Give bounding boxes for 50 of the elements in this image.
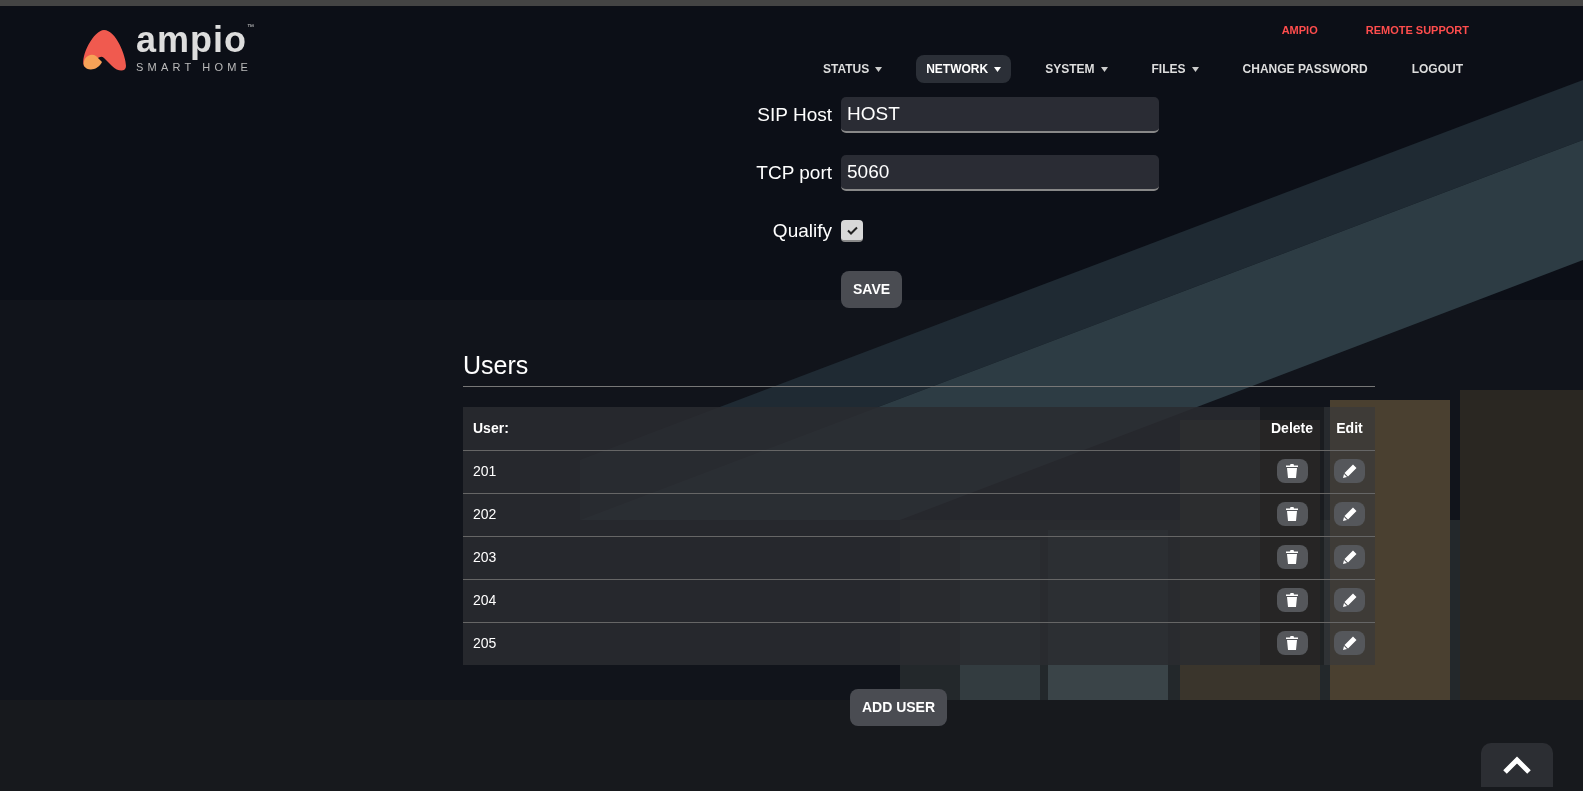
table-cell: 205 bbox=[463, 622, 1260, 665]
edit-button[interactable] bbox=[1334, 545, 1365, 569]
nav-link[interactable]: CHANGE PASSWORD bbox=[1232, 54, 1378, 83]
nav-link[interactable]: FILES bbox=[1141, 54, 1209, 83]
scroll-to-top-button[interactable] bbox=[1481, 743, 1553, 787]
pencil-icon bbox=[1342, 550, 1357, 564]
top-link[interactable]: REMOTE SUPPORT bbox=[1365, 22, 1469, 39]
checkbox[interactable] bbox=[841, 220, 863, 242]
nav-link[interactable]: SYSTEM bbox=[1035, 54, 1118, 83]
save-button[interactable]: SAVE bbox=[841, 270, 903, 308]
pencil-icon bbox=[1342, 507, 1357, 521]
column-header: User: bbox=[463, 407, 1260, 450]
input-field[interactable]: HOST bbox=[841, 97, 1159, 133]
delete-button[interactable] bbox=[1276, 459, 1308, 483]
column-header: Edit bbox=[1324, 407, 1375, 450]
delete-button[interactable] bbox=[1276, 588, 1308, 612]
delete-button[interactable] bbox=[1276, 545, 1308, 569]
nav-link[interactable]: NETWORK bbox=[916, 54, 1012, 83]
trash-icon bbox=[1286, 636, 1298, 651]
trash-icon bbox=[1286, 464, 1298, 478]
trash-icon bbox=[1286, 550, 1298, 564]
nav-link[interactable]: LOGOUT bbox=[1401, 54, 1473, 83]
field-label: SIP Host bbox=[756, 102, 833, 127]
delete-button[interactable] bbox=[1276, 502, 1308, 526]
table-cell: 204 bbox=[463, 579, 1260, 622]
add-user-button[interactable]: ADD USER bbox=[849, 689, 948, 726]
nav-link[interactable]: STATUS bbox=[812, 54, 893, 83]
checkmark-icon bbox=[846, 225, 858, 235]
section-title: Users bbox=[463, 350, 1375, 387]
logo-tagline: SMART HOME bbox=[136, 60, 254, 75]
table-cell: 201 bbox=[463, 450, 1260, 493]
pencil-icon bbox=[1342, 593, 1357, 607]
edit-button[interactable] bbox=[1334, 588, 1365, 612]
trash-icon bbox=[1286, 593, 1298, 607]
pencil-icon bbox=[1342, 464, 1357, 478]
edit-button[interactable] bbox=[1334, 502, 1365, 526]
column-header: Delete bbox=[1260, 407, 1324, 450]
field-label: Qualify bbox=[771, 218, 833, 243]
table-cell: 202 bbox=[463, 493, 1260, 536]
trash-icon bbox=[1286, 507, 1298, 521]
input-field[interactable]: 5060 bbox=[841, 155, 1159, 191]
field-label: TCP port bbox=[755, 160, 833, 185]
chevron-up-icon bbox=[1502, 756, 1532, 774]
logo-text: ampio bbox=[136, 19, 247, 60]
delete-button[interactable] bbox=[1276, 631, 1308, 656]
pencil-icon bbox=[1342, 636, 1357, 651]
edit-button[interactable] bbox=[1334, 631, 1365, 656]
edit-button[interactable] bbox=[1334, 459, 1365, 483]
table-cell: 203 bbox=[463, 536, 1260, 579]
top-link[interactable]: AMPIO bbox=[1281, 22, 1318, 39]
